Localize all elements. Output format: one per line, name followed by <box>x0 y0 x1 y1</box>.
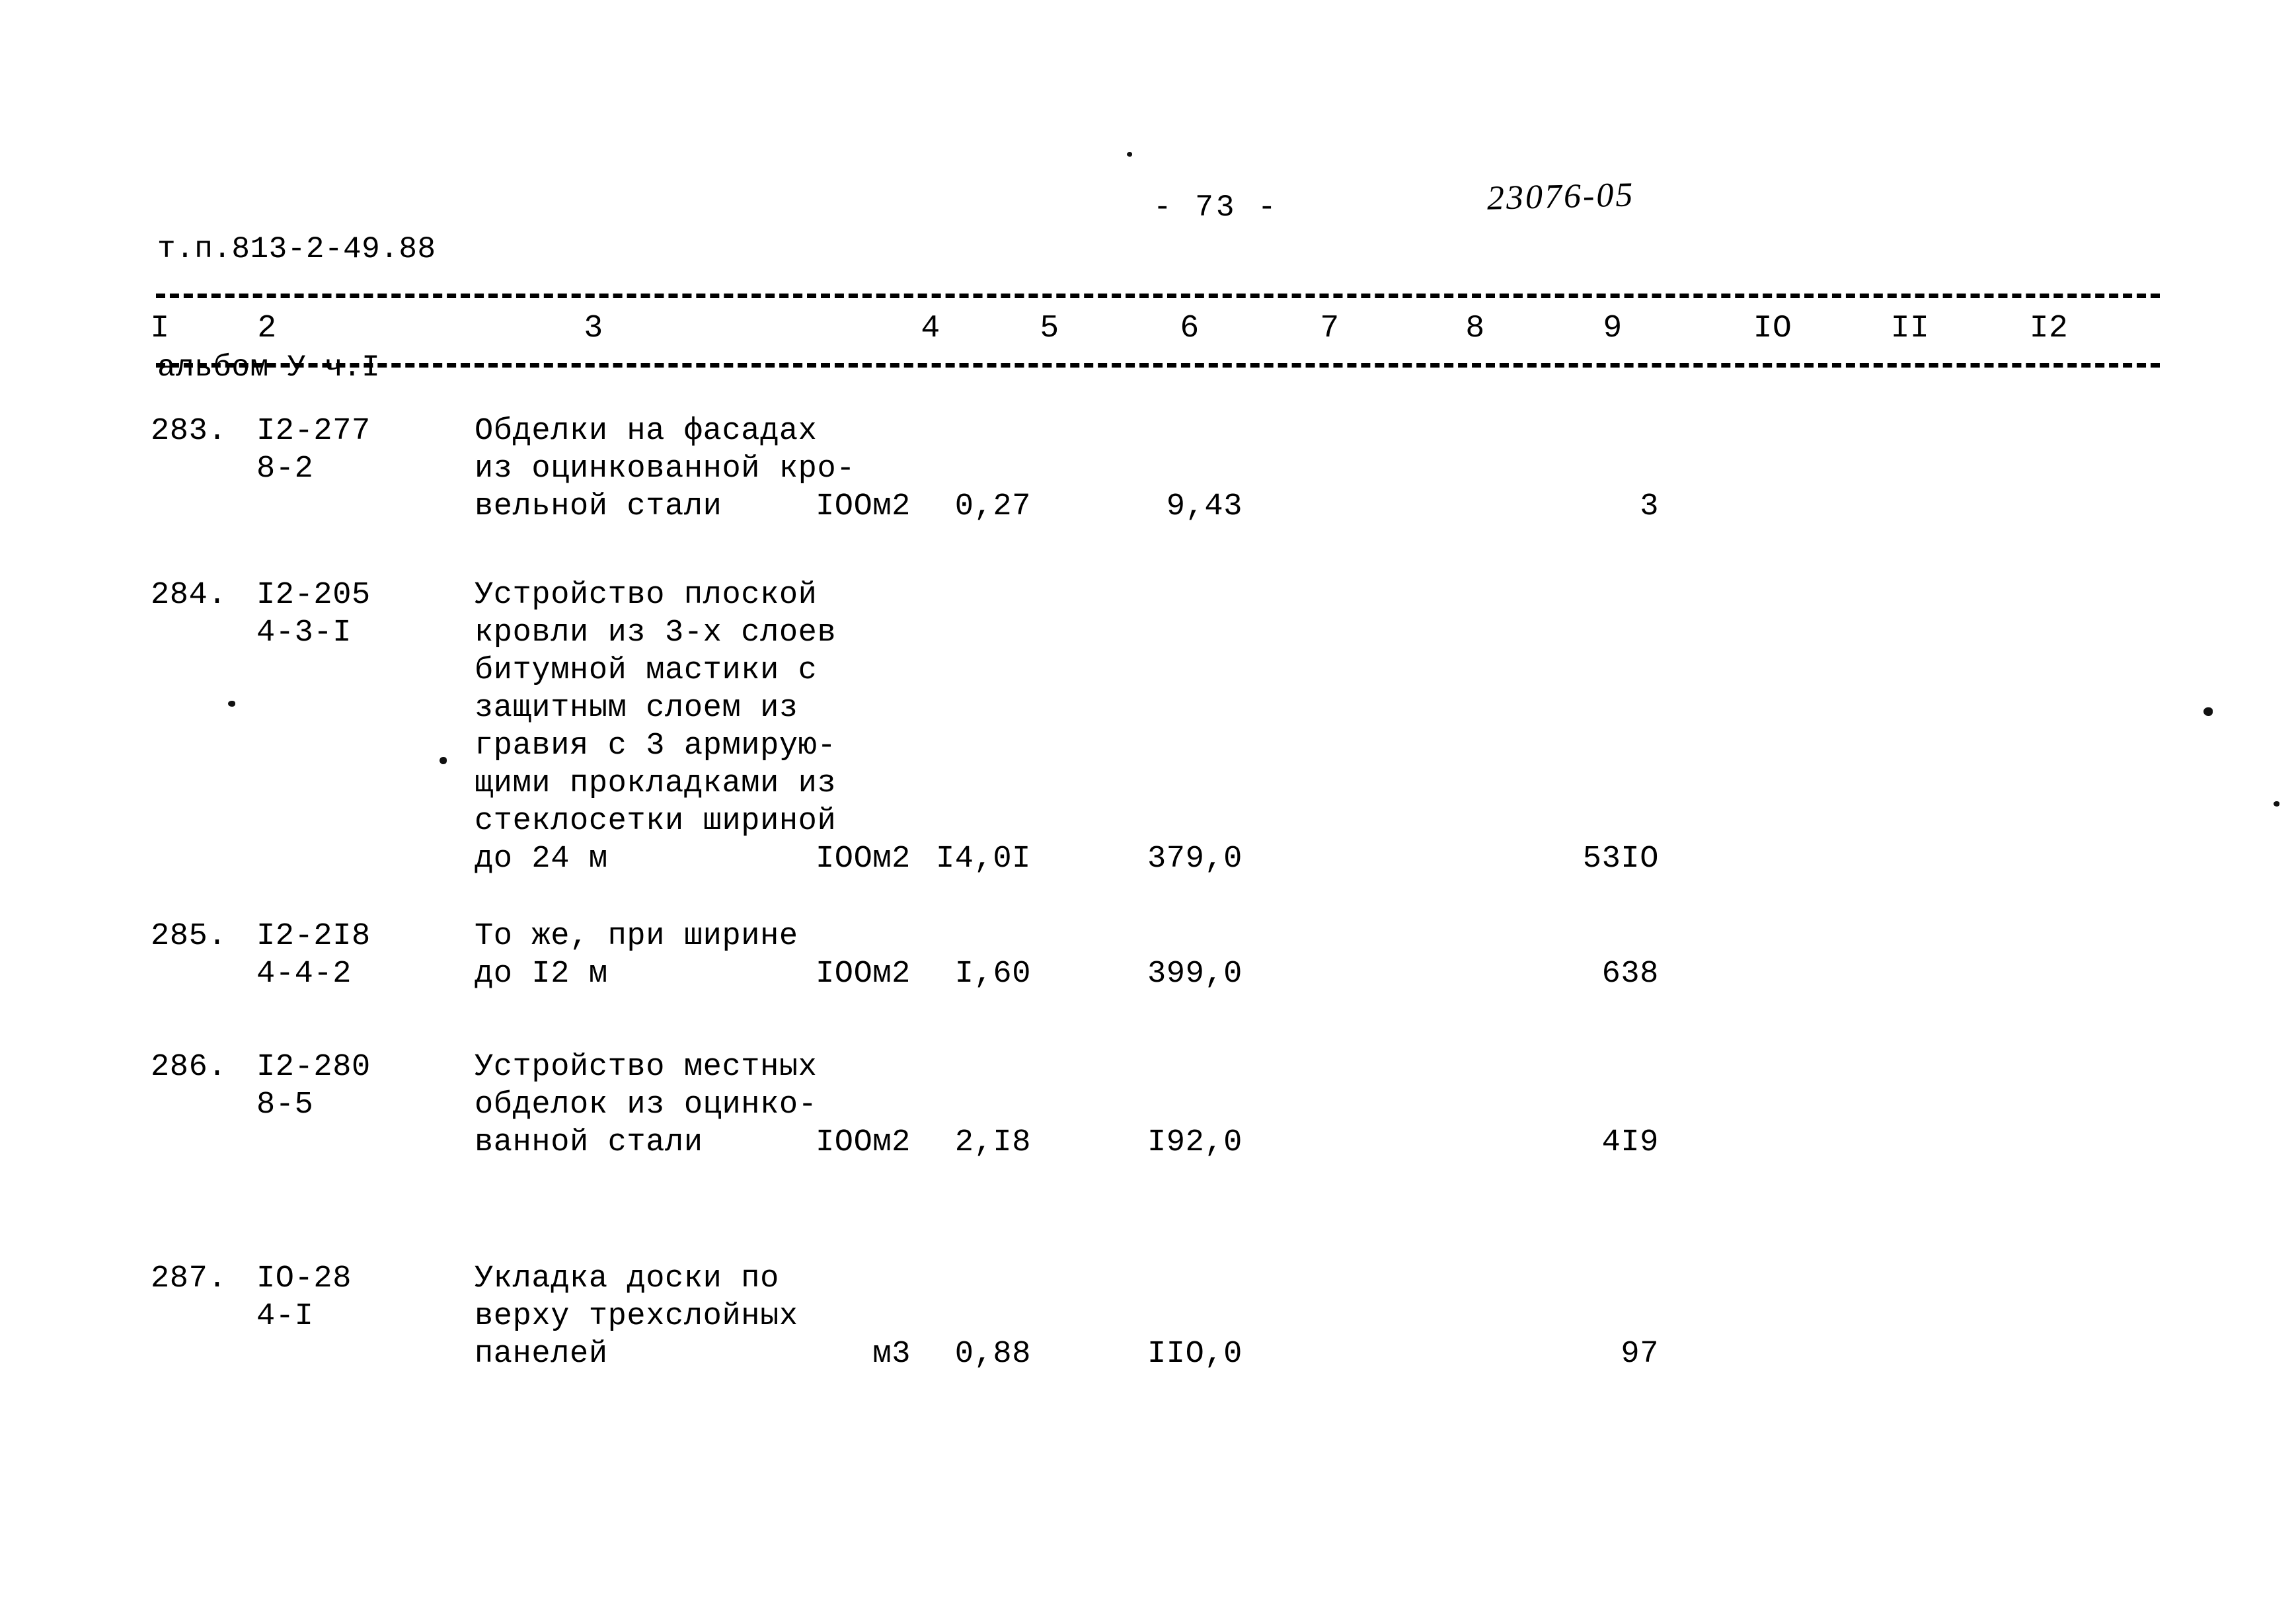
scan-speck <box>440 757 447 764</box>
row-rate: IIO,0 <box>1147 1337 1243 1372</box>
row-code-line1: I2-205 <box>256 578 371 613</box>
scan-speck <box>1127 152 1132 157</box>
scan-speck <box>2274 801 2279 807</box>
row-sum: 3 <box>1640 489 1659 524</box>
scan-speck <box>2203 707 2213 716</box>
row-quantity: I4,0I <box>935 842 1031 877</box>
row-code-line2: 8-5 <box>256 1087 314 1123</box>
row-sum: 4I9 <box>1601 1125 1659 1160</box>
row-code-line2: 8-2 <box>256 452 314 487</box>
row-unit: IOOм2 <box>815 842 911 877</box>
row-quantity: I,60 <box>954 957 1031 992</box>
row-number: 284. <box>151 578 227 613</box>
row-code-line2: 4-3-I <box>256 615 352 651</box>
row-sum: 53IO <box>1582 842 1659 877</box>
scanned-document-page: т.п.813-2-49.88 альбом У ч.I - 73 - 2307… <box>0 0 2296 1619</box>
row-rate: 379,0 <box>1147 842 1243 877</box>
row-unit: IOOм2 <box>815 489 911 524</box>
row-unit: IOOм2 <box>815 957 911 992</box>
row-number: 286. <box>151 1050 227 1085</box>
row-quantity: 2,I8 <box>954 1125 1031 1160</box>
row-rate: 399,0 <box>1147 957 1243 992</box>
scan-speck <box>228 701 235 707</box>
row-description: Обделки на фасадах из оцинкованной кро- … <box>475 414 856 524</box>
row-quantity: 0,88 <box>954 1337 1031 1372</box>
row-quantity: 0,27 <box>954 489 1031 524</box>
row-number: 287. <box>151 1261 227 1296</box>
row-code-line1: I2-2I8 <box>256 919 371 954</box>
row-description: Укладка доски по верху трехслойных панел… <box>475 1261 798 1372</box>
row-rate: 9,43 <box>1166 489 1243 524</box>
row-sum: 97 <box>1621 1337 1659 1372</box>
row-number: 285. <box>151 919 227 954</box>
row-code-line1: I2-280 <box>256 1050 371 1085</box>
row-description: Устройство местных обделок из оцинко- ва… <box>475 1050 818 1160</box>
row-code-line1: I2-277 <box>256 414 371 449</box>
row-description: Устройство плоской кровли из 3-х слоев б… <box>475 578 837 877</box>
row-sum: 638 <box>1601 957 1659 992</box>
row-number: 283. <box>151 414 227 449</box>
row-code-line1: IO-28 <box>256 1261 352 1296</box>
row-code-line2: 4-4-2 <box>256 957 352 992</box>
row-unit: IOOм2 <box>815 1125 911 1160</box>
row-code-line2: 4-I <box>256 1299 314 1334</box>
row-unit: м3 <box>872 1337 911 1372</box>
row-rate: I92,0 <box>1147 1125 1243 1160</box>
table-body: 283. I2-277 8-2 Обделки на фасадах из оц… <box>0 0 2296 1619</box>
row-description: То же, при ширине до I2 м <box>475 919 798 992</box>
